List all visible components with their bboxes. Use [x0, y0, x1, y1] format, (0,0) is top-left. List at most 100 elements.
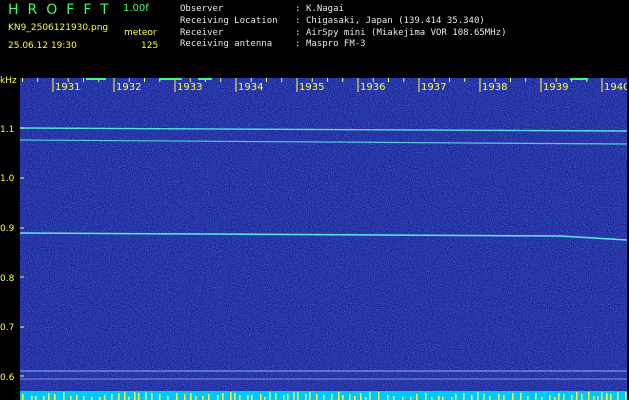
bottom-tick	[489, 396, 491, 400]
detection-mark	[160, 78, 182, 80]
detection-mark	[198, 78, 212, 80]
bottom-tick	[145, 392, 147, 400]
bottom-tick	[111, 394, 113, 400]
bottom-tick	[167, 396, 169, 400]
bottom-tick	[222, 393, 224, 400]
bottom-tick	[342, 395, 344, 400]
bottom-tick	[195, 396, 197, 400]
bottom-tick	[63, 392, 65, 400]
minute-label: 1936	[360, 82, 385, 93]
bottom-tick	[83, 396, 85, 400]
bottom-tick	[527, 396, 529, 400]
bottom-tick	[471, 395, 473, 400]
bottom-tick	[416, 394, 418, 400]
detection-mark	[86, 78, 106, 80]
bottom-tick	[297, 392, 299, 400]
bottom-tick	[601, 392, 603, 400]
y-tick-label: 0.6	[0, 373, 15, 383]
minute-label: 1933	[177, 82, 202, 93]
bottom-tick	[520, 393, 522, 400]
info-label-receiver: Receiver	[180, 28, 224, 38]
bottom-tick	[463, 393, 465, 400]
bottom-tick	[378, 392, 380, 400]
y-tick-label: 0.8	[0, 274, 15, 284]
y-axis-unit: kHz	[0, 76, 17, 86]
bottom-tick	[503, 395, 505, 400]
bottom-tick	[331, 394, 333, 400]
detection-mark	[570, 78, 588, 80]
minute-label: 1939	[543, 82, 568, 93]
minute-label: 1938	[482, 82, 507, 93]
bottom-tick	[118, 393, 120, 400]
minute-label: 1931	[55, 82, 80, 93]
bottom-tick	[387, 395, 389, 400]
bottom-tick	[576, 392, 578, 400]
bottom-tick	[31, 396, 33, 400]
bottom-tick	[287, 394, 289, 400]
info-label-observer: Observer	[180, 4, 224, 14]
info-value-receiver: AirSpy mini (Miakejima VOR 108.65MHz)	[306, 28, 507, 38]
bottom-tick	[323, 395, 325, 400]
bottom-tick	[202, 396, 204, 400]
bottom-tick	[43, 396, 45, 400]
info-colon: :	[295, 16, 301, 26]
bottom-tick	[230, 392, 232, 400]
y-tick-label: 0.7	[0, 323, 15, 333]
bottom-tick	[338, 392, 340, 400]
bottom-tick	[151, 393, 153, 400]
info-colon: :	[295, 28, 301, 38]
bottom-tick	[251, 395, 253, 400]
header-panel: HROFFT 1.00f KN9_2506121930.png meteor 2…	[0, 0, 629, 78]
bottom-tick	[581, 394, 583, 400]
bottom-tick	[558, 393, 560, 400]
bottom-tick	[48, 393, 50, 400]
bottom-tick	[512, 393, 514, 400]
bottom-tick	[247, 395, 249, 400]
bottom-tick	[159, 394, 161, 400]
info-label-antenna: Receiving antenna	[180, 39, 273, 49]
bottom-tick	[134, 392, 136, 400]
bottom-tick	[535, 393, 537, 400]
bottom-tick	[438, 396, 440, 400]
bottom-tick	[571, 395, 573, 400]
bottom-tick	[477, 392, 479, 400]
bottom-tick	[305, 394, 307, 400]
bottom-tick	[54, 394, 56, 400]
bottom-tick	[176, 393, 178, 400]
mode-label: meteor	[124, 28, 157, 38]
bottom-tick	[234, 393, 236, 400]
bottom-tick	[593, 396, 595, 400]
y-tick-label: 1.1	[0, 125, 15, 135]
minute-label: 1935	[299, 82, 324, 93]
bottom-tick	[455, 394, 457, 400]
minute-label: 1934	[238, 82, 263, 93]
info-label-location: Receiving Location	[180, 16, 278, 26]
spectrogram-specks	[20, 78, 627, 400]
bottom-tick	[606, 393, 608, 400]
bottom-tick	[208, 394, 210, 400]
version-label: 1.00f	[123, 3, 149, 14]
spectrogram-plot: 1931 1932 1933 1934 1935 1936 1937 1938 1939 1940	[20, 78, 627, 400]
bottom-tick	[563, 394, 565, 400]
bottom-tick	[275, 393, 277, 400]
bottom-tick	[260, 394, 262, 400]
count-label: 125	[141, 41, 159, 51]
bottom-tick	[316, 394, 318, 400]
datetime-label: 25.06.12 19:30	[8, 41, 77, 51]
bottom-tick	[293, 392, 295, 400]
bottom-tick	[190, 393, 192, 400]
bottom-tick	[597, 396, 599, 400]
y-tick-label: 1.0	[0, 174, 15, 184]
bottom-tick	[483, 394, 485, 400]
minute-label: 1932	[116, 82, 141, 93]
bottom-tick	[104, 395, 106, 400]
bottom-tick	[425, 393, 427, 400]
info-value-observer: K.Nagai	[306, 4, 344, 14]
bottom-tick	[76, 395, 78, 400]
bottom-tick	[617, 392, 619, 400]
bottom-tick	[309, 392, 311, 400]
bottom-tick	[22, 394, 24, 400]
bottom-tick	[283, 395, 285, 400]
bottom-tick	[239, 395, 241, 400]
bottom-tick	[349, 394, 351, 400]
